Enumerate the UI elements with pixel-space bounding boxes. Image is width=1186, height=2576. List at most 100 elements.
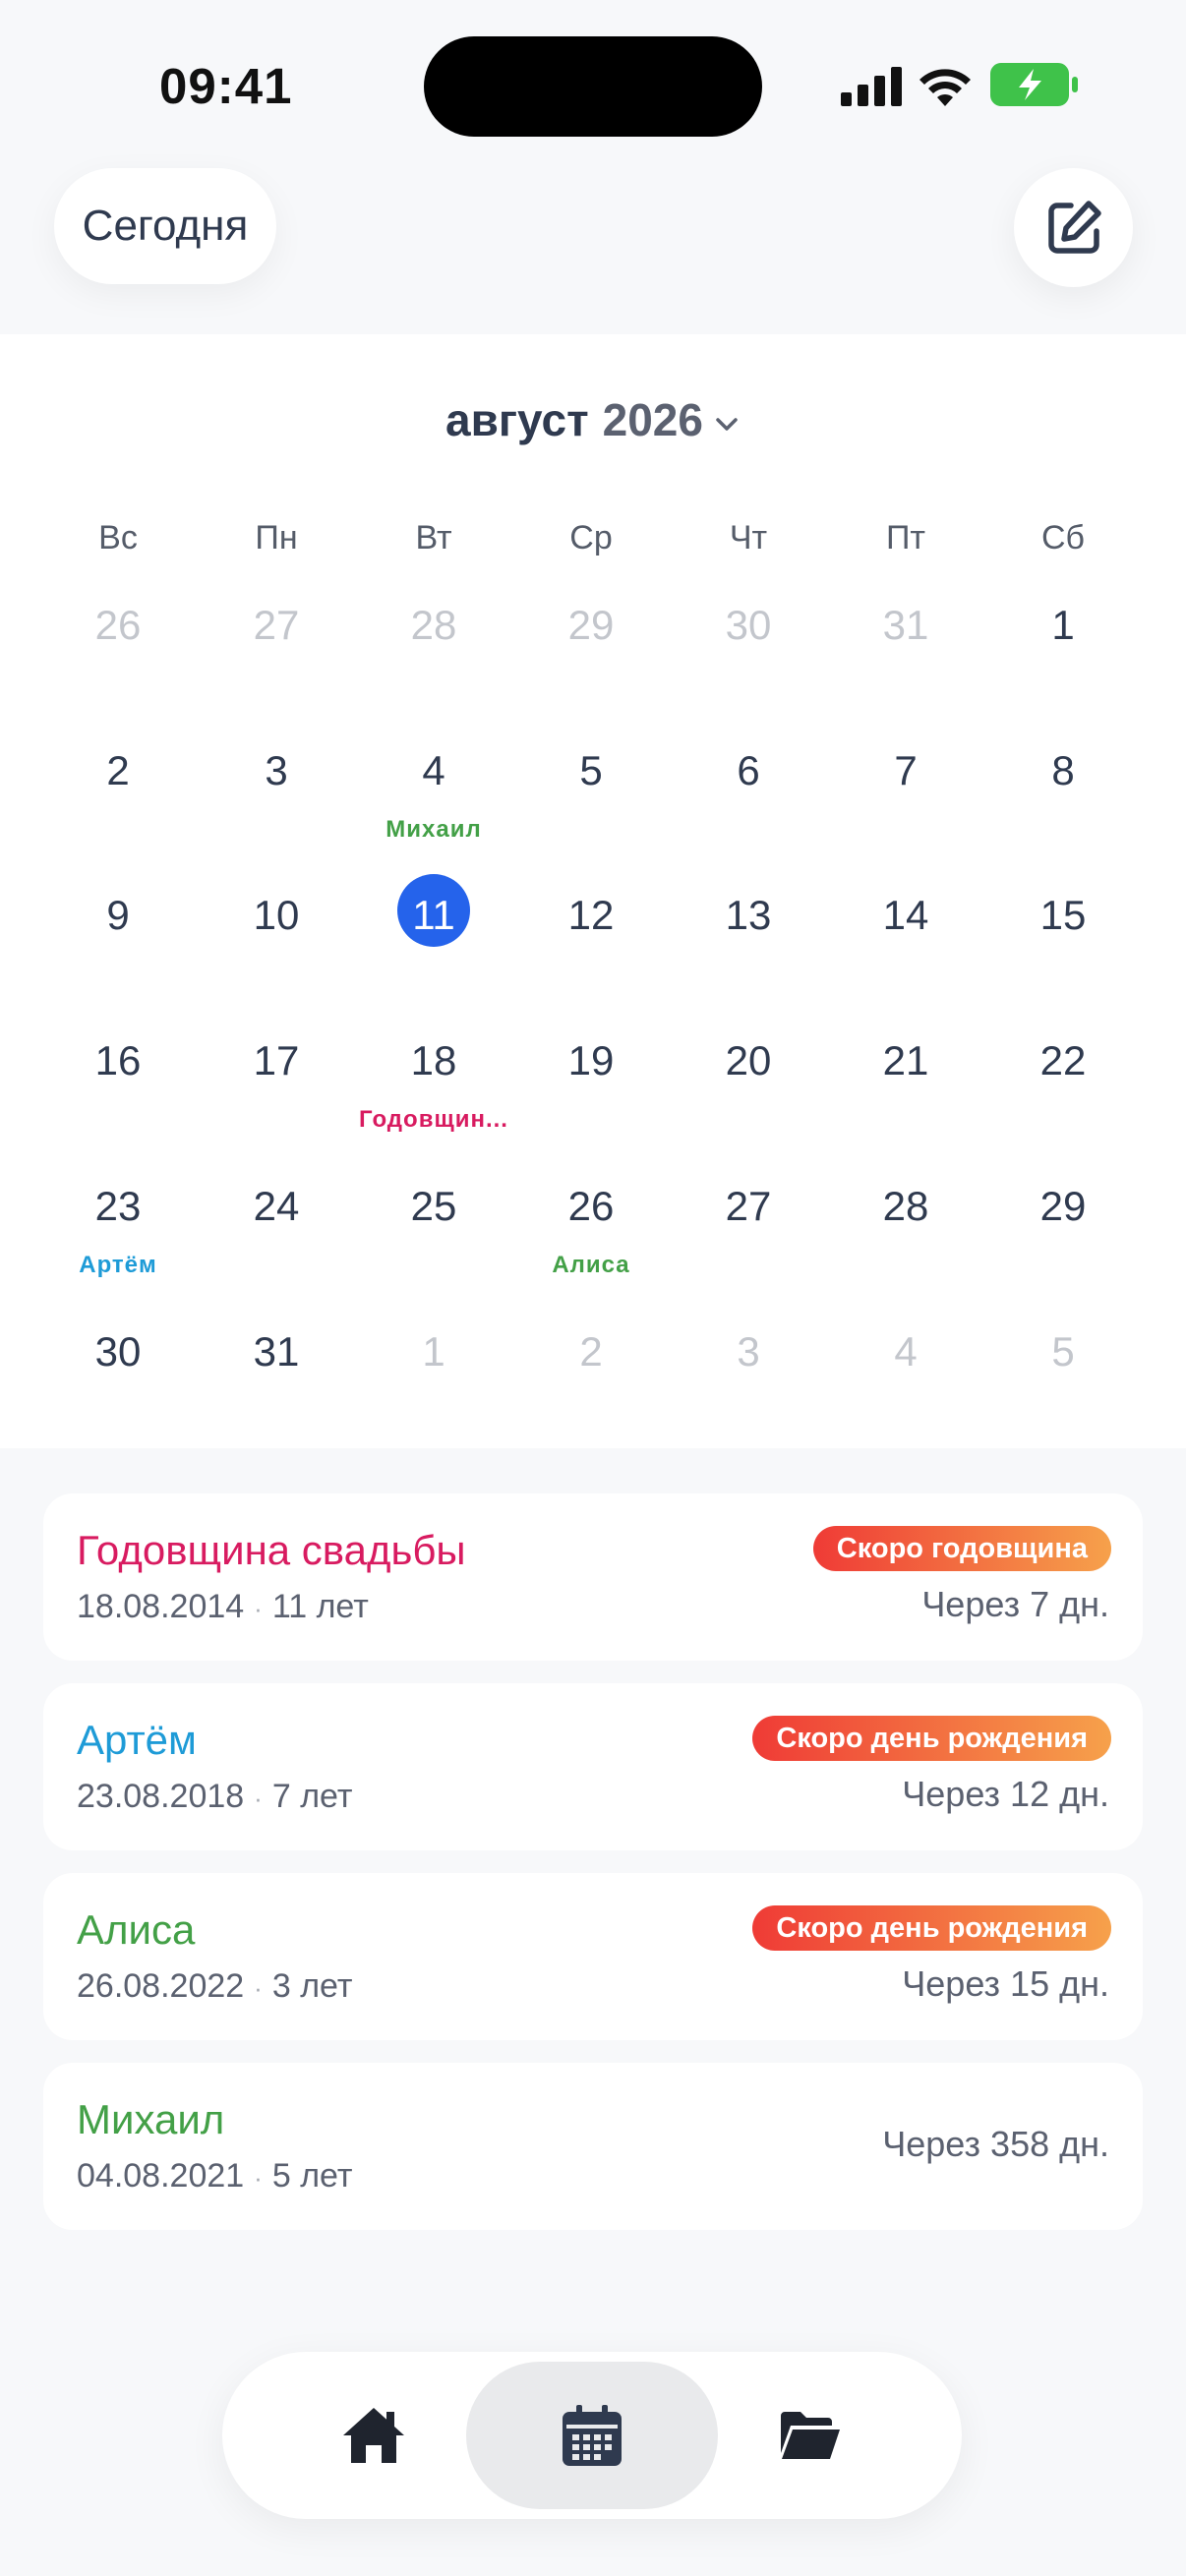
- calendar-day[interactable]: 4 Михаил: [355, 718, 512, 863]
- calendar-day[interactable]: 5: [984, 1299, 1142, 1444]
- event-name: Годовщина свадьбы: [77, 1527, 466, 1573]
- calendar-day[interactable]: 1: [355, 1299, 512, 1444]
- calendar-day[interactable]: 10: [198, 862, 355, 1008]
- edit-button[interactable]: [1014, 168, 1133, 287]
- tab-bar: [222, 2352, 962, 2519]
- calendar-day[interactable]: 15: [984, 862, 1142, 1008]
- event-meta: 04.08.2021 · 5 лет: [77, 2157, 352, 2195]
- calendar-day[interactable]: 19: [512, 1008, 670, 1153]
- calendar-day[interactable]: 4: [827, 1299, 984, 1444]
- calendar-day[interactable]: 25: [355, 1153, 512, 1299]
- event-age: 11 лет: [271, 1588, 369, 1625]
- calendar-day[interactable]: 22: [984, 1008, 1142, 1153]
- calendar-day[interactable]: 9: [39, 862, 197, 1008]
- today-button[interactable]: Сегодня: [54, 168, 276, 284]
- day-number: 4: [422, 747, 445, 793]
- day-number: 1: [1051, 602, 1075, 648]
- event-card[interactable]: Годовщина свадьбы 18.08.2014 · 11 лет Скоро …: [43, 1493, 1143, 1661]
- calendar-day[interactable]: 13: [670, 862, 827, 1008]
- event-name: Михаил: [77, 2096, 225, 2142]
- calendar-day[interactable]: 30: [39, 1299, 197, 1444]
- calendar-day[interactable]: 3: [670, 1299, 827, 1444]
- calendar-day[interactable]: 29: [512, 572, 670, 718]
- day-number: 1: [422, 1328, 445, 1375]
- wifi-icon: [919, 69, 971, 106]
- day-number: 30: [725, 602, 772, 648]
- weekday-label: Чт: [729, 519, 768, 556]
- event-countdown: Через 12 дн.: [902, 1774, 1109, 1814]
- day-event-label: Годовщин...: [359, 1106, 508, 1133]
- weekday-label: Вс: [98, 519, 138, 556]
- calendar-day[interactable]: 12: [512, 862, 670, 1008]
- calendar-day-selected[interactable]: 11: [355, 862, 512, 1008]
- calendar-day[interactable]: 21: [827, 1008, 984, 1153]
- day-number: 29: [1039, 1183, 1087, 1229]
- day-number: 20: [725, 1037, 772, 1083]
- day-number: 22: [1039, 1037, 1087, 1083]
- calendar-day[interactable]: 18 Годовщин...: [355, 1008, 512, 1153]
- calendar-day[interactable]: 30: [670, 572, 827, 718]
- event-card[interactable]: Михаил 04.08.2021 · 5 лет Через 358 дн.: [43, 2063, 1143, 2230]
- weekday-label: Вт: [415, 519, 452, 556]
- event-card[interactable]: Алиса 26.08.2022 · 3 лет Скоро день рождения…: [43, 1873, 1143, 2040]
- event-meta: 18.08.2014 · 11 лет: [77, 1588, 369, 1626]
- month-label: август: [445, 394, 589, 445]
- calendar-day[interactable]: 2: [39, 718, 197, 863]
- event-countdown: Через 358 дн.: [882, 2124, 1109, 2164]
- day-number: 4: [894, 1328, 918, 1375]
- day-number: 16: [94, 1037, 142, 1083]
- calendar-day[interactable]: 16: [39, 1008, 197, 1153]
- event-countdown: Через 15 дн.: [902, 1963, 1109, 2004]
- status-time: 09:41: [159, 58, 293, 114]
- month-year-picker[interactable]: август 2026: [0, 393, 1186, 446]
- calendar-day[interactable]: 2: [512, 1299, 670, 1444]
- calendar-day[interactable]: 23 Артём: [39, 1153, 197, 1299]
- calendar-day[interactable]: 28: [355, 572, 512, 718]
- calendar-day[interactable]: 31: [198, 1299, 355, 1444]
- day-number: 15: [1039, 892, 1087, 938]
- weekday-label: Сб: [1040, 519, 1086, 556]
- calendar-day[interactable]: 7: [827, 718, 984, 863]
- event-age: 5 лет: [271, 2157, 353, 2195]
- calendar-day[interactable]: 17: [198, 1008, 355, 1153]
- weekday-label: Пт: [885, 519, 925, 556]
- day-number: 12: [567, 892, 615, 938]
- event-meta: 23.08.2018 · 7 лет: [77, 1778, 352, 1816]
- status-badge: Скоро день рождения: [752, 1905, 1111, 1951]
- home-icon: [343, 2408, 404, 2463]
- day-number: 27: [725, 1183, 772, 1229]
- calendar-day[interactable]: 20: [670, 1008, 827, 1153]
- status-badge: Скоро день рождения: [752, 1716, 1111, 1761]
- calendar-day[interactable]: 6: [670, 718, 827, 863]
- event-name: Артём: [77, 1717, 197, 1763]
- event-date: 23.08.2018: [77, 1778, 245, 1815]
- calendar-day[interactable]: 8: [984, 718, 1142, 863]
- day-number: 11: [412, 892, 455, 938]
- day-number: 27: [253, 602, 300, 648]
- calendar-day[interactable]: 29: [984, 1153, 1142, 1299]
- day-number: 25: [410, 1183, 457, 1229]
- tab-folder[interactable]: [684, 2362, 936, 2509]
- calendar-day[interactable]: 3: [198, 718, 355, 863]
- calendar-day[interactable]: 27: [198, 572, 355, 718]
- meta-separator: ·: [254, 1783, 263, 1813]
- status-badge: Скоро годовщина: [812, 1526, 1111, 1571]
- calendar-day[interactable]: 26 Алиса: [512, 1153, 670, 1299]
- year-label: 2026: [602, 394, 703, 445]
- tab-calendar[interactable]: [466, 2362, 718, 2509]
- event-name: Алиса: [77, 1906, 196, 1953]
- calendar-day[interactable]: 1: [984, 572, 1142, 718]
- calendar-day[interactable]: 26: [39, 572, 197, 718]
- day-number: 26: [94, 602, 142, 648]
- calendar-day[interactable]: 27: [670, 1153, 827, 1299]
- tab-home[interactable]: [248, 2362, 500, 2509]
- calendar-day[interactable]: 31: [827, 572, 984, 718]
- day-number: 23: [94, 1183, 142, 1229]
- weekday-label: Пн: [255, 519, 298, 556]
- calendar-day[interactable]: 14: [827, 862, 984, 1008]
- calendar-day[interactable]: 28: [827, 1153, 984, 1299]
- event-card[interactable]: Артём 23.08.2018 · 7 лет Скоро день рождения…: [43, 1683, 1143, 1850]
- calendar-day[interactable]: 24: [198, 1153, 355, 1299]
- event-countdown: Через 7 дн.: [921, 1584, 1109, 1624]
- calendar-day[interactable]: 5: [512, 718, 670, 863]
